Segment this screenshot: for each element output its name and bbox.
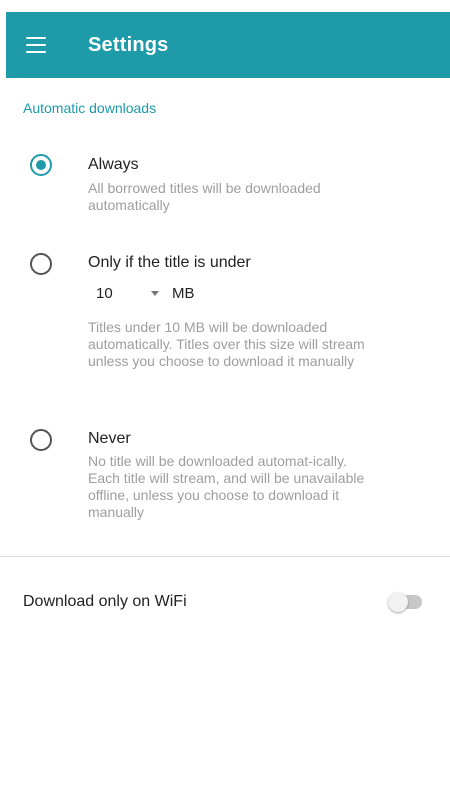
option-never-label[interactable]: Never	[88, 430, 131, 448]
option-size-limit-label[interactable]: Only if the title is under	[88, 254, 251, 272]
size-limit-value: 10	[96, 285, 113, 302]
wifi-only-toggle[interactable]	[388, 592, 422, 612]
toggle-thumb	[388, 592, 408, 612]
radio-never[interactable]	[30, 429, 52, 451]
option-always-label[interactable]: Always	[88, 156, 139, 174]
divider	[0, 556, 450, 557]
hamburger-menu-icon[interactable]	[26, 37, 46, 53]
size-limit-dropdown[interactable]: 10 MB	[96, 285, 206, 307]
app-bar: Settings	[6, 12, 450, 78]
page-title: Settings	[88, 34, 169, 56]
section-header-automatic-downloads: Automatic downloads	[23, 100, 157, 116]
size-limit-unit: MB	[172, 285, 195, 302]
radio-size-limit[interactable]	[30, 253, 52, 275]
option-never-description: No title will be downloaded automat-ical…	[88, 453, 365, 520]
option-always-description: All borrowed titles will be downloaded a…	[88, 180, 321, 213]
option-size-limit-description: Titles under 10 MB will be downloaded au…	[88, 319, 365, 369]
wifi-only-label: Download only on WiFi	[23, 593, 187, 610]
dropdown-arrow-icon	[151, 291, 159, 296]
radio-always[interactable]	[30, 154, 52, 176]
